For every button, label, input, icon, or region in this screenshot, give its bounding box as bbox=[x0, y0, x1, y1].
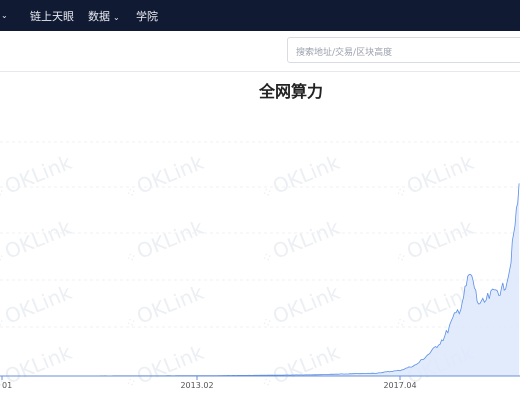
x-tick-label: 2013.02 bbox=[180, 381, 213, 390]
x-tick-label: 2017.04 bbox=[383, 381, 416, 390]
x-tick-label: 01 bbox=[2, 381, 12, 390]
chart-title: 全网算力 bbox=[258, 82, 323, 101]
hashrate-chart: 01 2013.02 2017.04 bbox=[0, 141, 520, 390]
